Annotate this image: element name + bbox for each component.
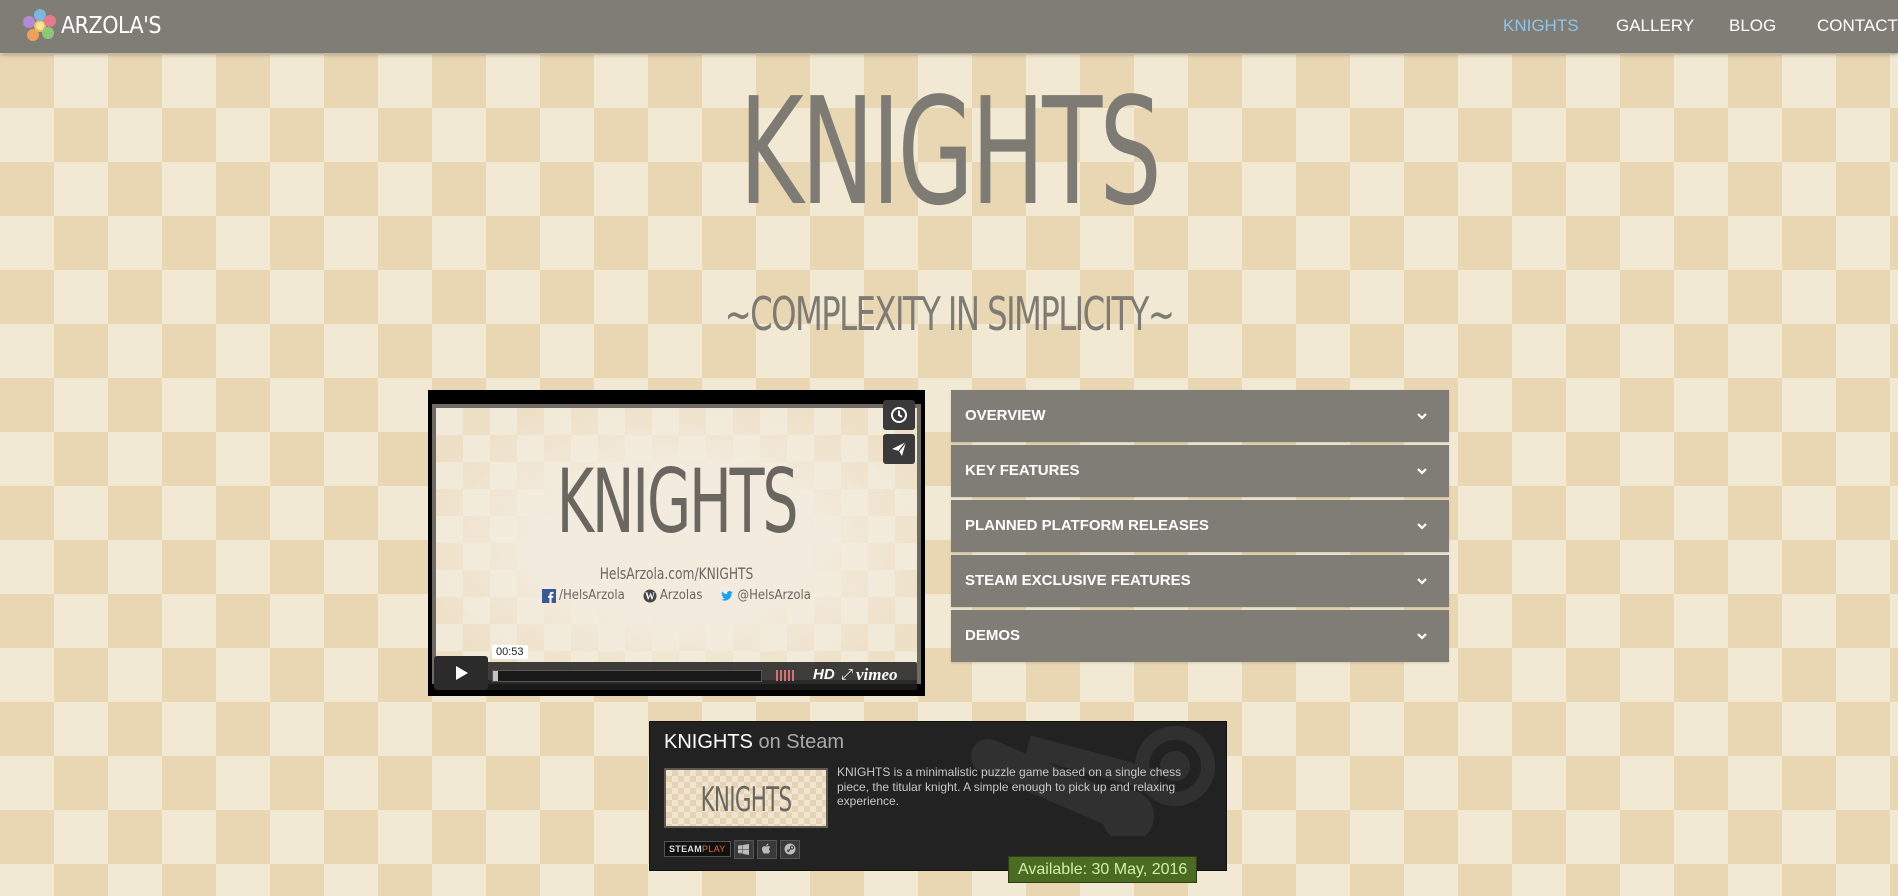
steam-widget: KNIGHTS on Steam KNIGHTS KNIGHTS is a mi… [649,721,1227,871]
steam-capsule-image[interactable]: KNIGHTS [664,768,828,828]
steam-platforms: STEAMPLAY [664,839,800,859]
social-twitter: @HelsArzola [720,588,811,603]
steam-capsule-text: KNIGHTS [700,780,793,820]
steam-title[interactable]: KNIGHTS on Steam [664,731,844,754]
steamplay-badge: STEAMPLAY [664,841,731,857]
availability-badge: Available: 30 May, 2016 [1008,856,1198,883]
clock-icon [891,407,907,423]
chevron-down-icon [1417,523,1427,530]
top-navbar: ARZOLA'S KNIGHTS GALLERY BLOG CONTACT [0,0,1898,53]
accordion-overview[interactable]: OVERVIEW [951,390,1449,442]
video-url-text: HelsArzola.com/KNIGHTS [599,564,754,583]
social-facebook-label: /HelsArzola [559,588,625,603]
chevron-down-icon [1417,578,1427,585]
watch-later-button[interactable] [883,400,915,430]
chevron-down-icon [1417,633,1427,640]
accordion-key-features[interactable]: KEY FEATURES [951,445,1449,497]
hd-toggle[interactable]: HD [813,666,835,683]
play-icon [456,666,468,680]
volume-control[interactable] [776,670,794,681]
svg-text:W: W [645,591,655,602]
apple-icon [756,839,777,859]
social-wordpress-label: Arzolas [659,588,703,603]
fullscreen-icon[interactable]: ⤢ [841,665,853,683]
brand[interactable]: ARZOLA'S [20,7,162,45]
accordion-label: KEY FEATURES [965,462,1080,479]
play-button[interactable] [434,656,488,690]
info-accordion: OVERVIEW KEY FEATURES PLANNED PLATFORM R… [951,390,1449,665]
accordion-label: STEAM EXCLUSIVE FEATURES [965,572,1191,589]
video-social-links: /HelsArzola W Arzolas @HelsArzola [436,588,917,603]
steam-description: KNIGHTS is a minimalistic puzzle game ba… [837,765,1182,808]
video-frame[interactable]: KNIGHTS HelsArzola.com/KNIGHTS /HelsArzo… [432,404,921,684]
accordion-label: DEMOS [965,627,1021,644]
share-button[interactable] [883,434,915,464]
accordion-label: PLANNED PLATFORM RELEASES [965,517,1209,534]
accordion-steam-exclusive-features[interactable]: STEAM EXCLUSIVE FEATURES [951,555,1449,607]
twitter-icon [721,590,734,601]
vimeo-logo[interactable]: vimeo [856,665,898,685]
page-tagline: ~COMPLEXITY IN SIMPLICITY~ [724,287,1175,341]
accordion-label: OVERVIEW [965,407,1046,424]
flower-logo-icon [23,9,56,41]
social-facebook: /HelsArzola [542,588,625,603]
nav-knights[interactable]: KNIGHTS [1503,16,1579,36]
windows-icon [733,839,754,859]
accordion-planned-platform-releases[interactable]: PLANNED PLATFORM RELEASES [951,500,1449,552]
steam-game-name: KNIGHTS [664,731,753,753]
paper-plane-icon [892,441,907,456]
video-controls: 00:53 HD ⤢ vimeo [434,645,917,690]
steam-icon [779,839,800,859]
chevron-down-icon [1417,413,1427,420]
page-title: KNIGHTS [739,66,1162,238]
video-timecode: 00:53 [492,645,528,659]
steam-on-steam: on Steam [758,731,845,753]
video-progress-fill [493,671,499,681]
nav-contact[interactable]: CONTACT [1817,16,1898,36]
nav-blog[interactable]: BLOG [1729,16,1776,36]
facebook-icon [542,588,557,603]
brand-name: ARZOLA'S [61,13,162,39]
chevron-down-icon [1417,468,1427,475]
video-player[interactable]: KNIGHTS HelsArzola.com/KNIGHTS /HelsArzo… [428,390,925,696]
nav-gallery[interactable]: GALLERY [1616,16,1694,36]
video-title: KNIGHTS [556,450,799,553]
social-twitter-label: @HelsArzola [737,588,811,603]
social-wordpress: W Arzolas [643,588,703,603]
video-progress-bar[interactable] [492,670,762,682]
wordpress-icon: W [643,589,657,602]
accordion-demos[interactable]: DEMOS [951,610,1449,662]
